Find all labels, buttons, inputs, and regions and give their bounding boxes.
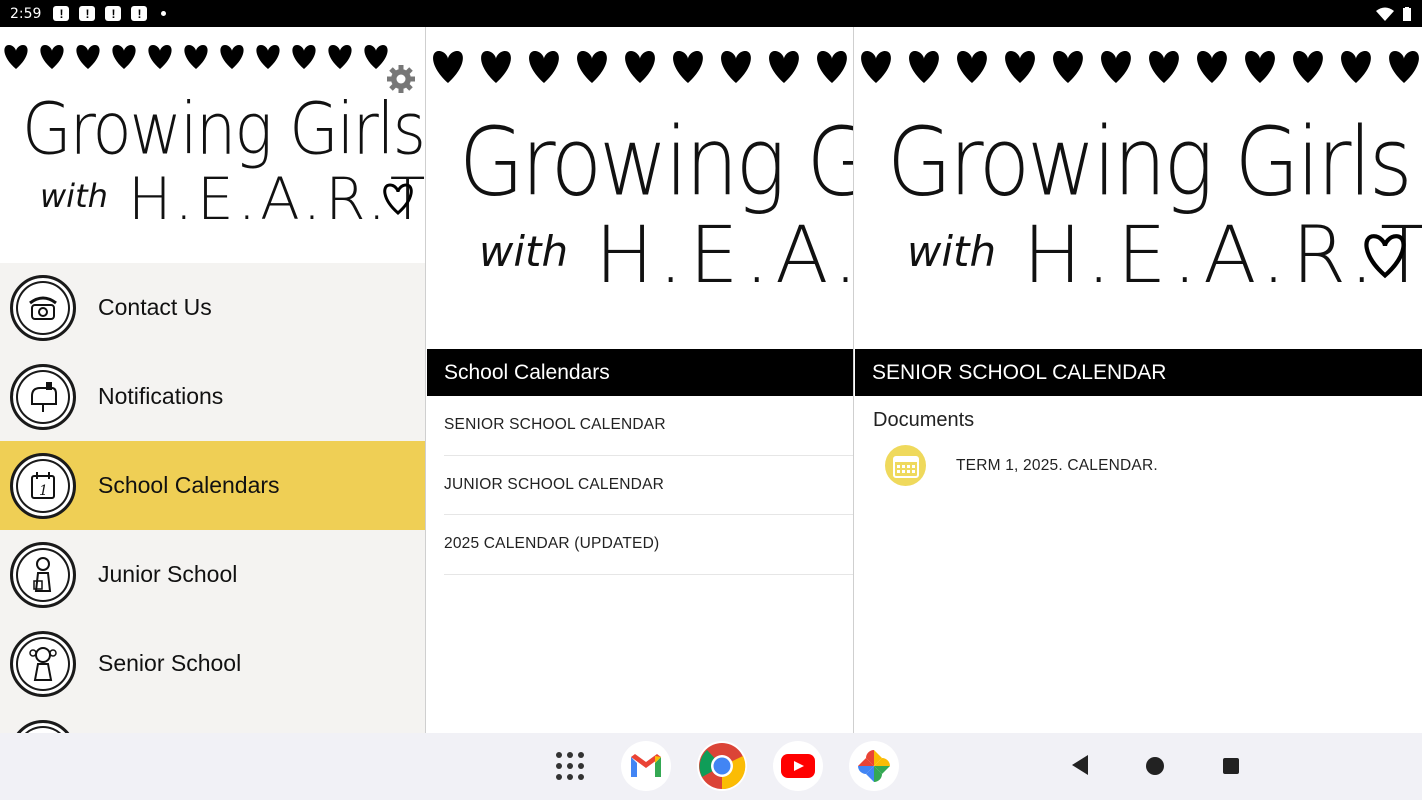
detail-header: SENIOR SCHOOL CALENDAR bbox=[855, 349, 1422, 396]
status-time: 2:59 bbox=[10, 5, 42, 22]
chrome-icon[interactable] bbox=[697, 741, 747, 791]
app-dock bbox=[545, 741, 899, 791]
youtube-icon[interactable] bbox=[773, 741, 823, 791]
hearts-border bbox=[4, 45, 388, 69]
heart-doodle-icon bbox=[383, 183, 413, 215]
navigation-drawer: Growing Girls with H.E.A.R.T Contact Us … bbox=[0, 27, 426, 733]
notification-icon: ! bbox=[105, 6, 122, 21]
recents-icon[interactable] bbox=[1222, 757, 1240, 775]
banner-title: Growing Girls bbox=[22, 88, 425, 172]
menu-item-junior-school[interactable]: Junior School bbox=[0, 530, 425, 619]
menu-item-senior-school[interactable]: Senior School bbox=[0, 619, 425, 708]
banner-heart: H.E.A.R.T bbox=[595, 211, 853, 301]
back-icon[interactable] bbox=[1070, 753, 1090, 777]
calendar-icon: 1 bbox=[10, 452, 76, 519]
girl-junior-icon bbox=[10, 541, 76, 608]
drawer-menu: Contact Us Notifications 1 School Calend… bbox=[0, 263, 425, 733]
menu-item-notifications[interactable]: Notifications bbox=[0, 352, 425, 441]
menu-item-label: Junior School bbox=[98, 561, 238, 587]
menu-item-partial[interactable] bbox=[0, 708, 425, 733]
more-notifications-dot bbox=[161, 11, 167, 16]
documents-heading: Documents bbox=[873, 409, 975, 431]
navigation-bar bbox=[0, 733, 1422, 800]
svg-text:1: 1 bbox=[39, 483, 48, 499]
menu-icon-partial bbox=[10, 719, 76, 733]
banner-with: with bbox=[40, 177, 108, 215]
list-item[interactable]: 2025 CALENDAR (UPDATED) bbox=[444, 515, 853, 575]
document-row[interactable]: TERM 1, 2025. CALENDAR. bbox=[885, 445, 1158, 486]
menu-item-label: Senior School bbox=[98, 650, 242, 676]
battery-icon bbox=[1403, 6, 1411, 21]
list-item[interactable]: SENIOR SCHOOL CALENDAR bbox=[444, 396, 853, 456]
calendar-list: SENIOR SCHOOL CALENDAR JUNIOR SCHOOL CAL… bbox=[444, 396, 853, 575]
mailbox-icon bbox=[10, 363, 76, 430]
app-drawer-icon[interactable] bbox=[545, 741, 595, 791]
telephone-icon bbox=[10, 274, 76, 341]
menu-item-label: School Calendars bbox=[98, 472, 280, 498]
menu-item-contact-us[interactable]: Contact Us bbox=[0, 263, 425, 352]
status-bar: 2:59 ! ! ! ! bbox=[0, 0, 1422, 27]
section-header: School Calendars bbox=[427, 349, 853, 396]
menu-item-school-calendars[interactable]: 1 School Calendars bbox=[0, 441, 425, 530]
menu-item-label: Contact Us bbox=[98, 294, 212, 320]
hearts-border bbox=[433, 51, 847, 83]
wifi-icon bbox=[1376, 7, 1394, 21]
banner-with: with bbox=[907, 227, 997, 276]
calendar-detail-panel: Growing Girls with H.E.A.R.T SENIOR SCHO… bbox=[855, 27, 1422, 733]
banner-title: Growing Girls bbox=[887, 107, 1413, 217]
notification-icon: ! bbox=[53, 6, 70, 21]
drawer-banner: Growing Girls with H.E.A.R.T bbox=[0, 27, 425, 263]
gmail-icon[interactable] bbox=[621, 741, 671, 791]
document-label: TERM 1, 2025. CALENDAR. bbox=[956, 456, 1158, 474]
menu-item-label: Notifications bbox=[98, 383, 224, 409]
banner-title: Growing Girls bbox=[459, 107, 853, 217]
detail-banner: Growing Girls with H.E.A.R.T bbox=[855, 27, 1422, 349]
photos-icon[interactable] bbox=[849, 741, 899, 791]
notification-icon: ! bbox=[131, 6, 148, 21]
heart-doodle-icon bbox=[1364, 234, 1406, 279]
banner-with: with bbox=[479, 227, 569, 276]
list-item[interactable]: JUNIOR SCHOOL CALENDAR bbox=[444, 456, 853, 515]
panel-banner: Growing Girls with H.E.A.R.T bbox=[427, 27, 853, 349]
hearts-border bbox=[861, 51, 1419, 83]
calendar-list-panel: Growing Girls with H.E.A.R.T School Cale… bbox=[427, 27, 854, 733]
notification-icon: ! bbox=[79, 6, 96, 21]
girl-senior-icon bbox=[10, 630, 76, 697]
home-icon[interactable] bbox=[1145, 756, 1165, 776]
calendar-icon bbox=[885, 445, 926, 486]
